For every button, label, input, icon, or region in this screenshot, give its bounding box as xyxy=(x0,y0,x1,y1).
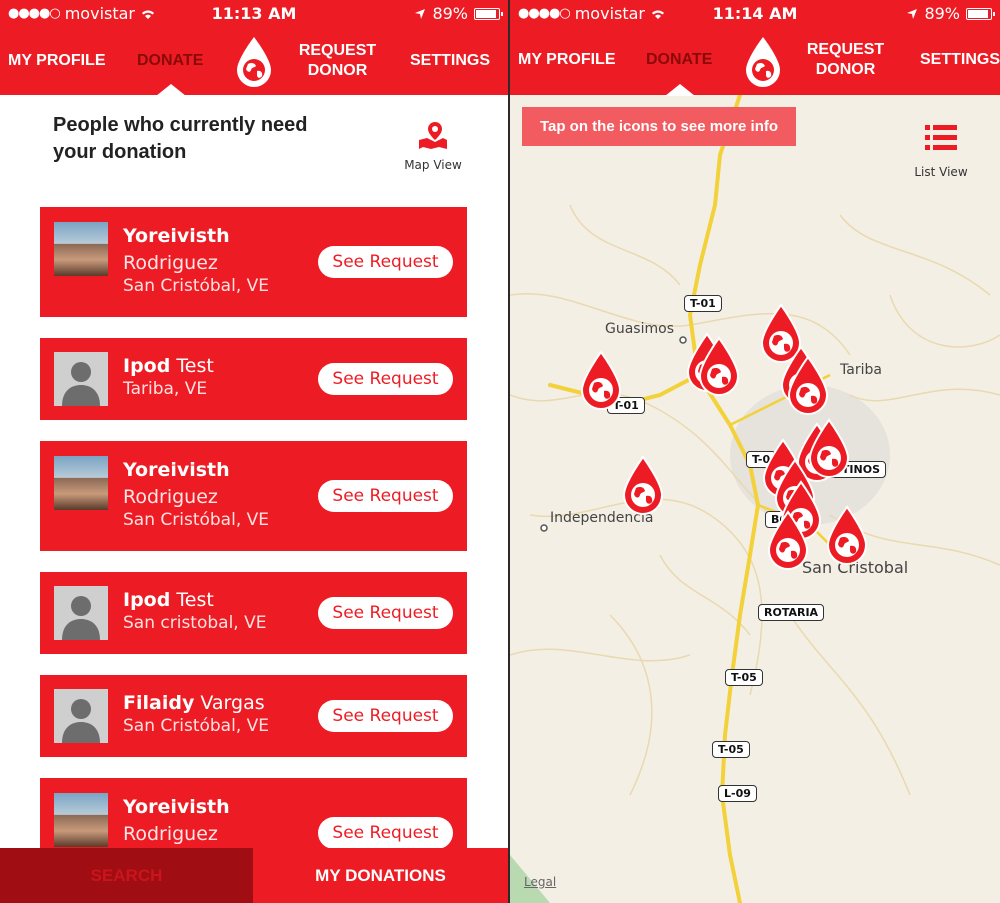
blood-drop-marker-icon[interactable] xyxy=(824,505,870,567)
list-view-button[interactable]: List View xyxy=(905,123,977,179)
card-name: Yoreivisth xyxy=(123,225,230,247)
road-sign: L-09 xyxy=(718,785,757,802)
nav-my-profile[interactable]: MY PROFILE xyxy=(518,50,616,70)
nav-settings[interactable]: SETTINGS xyxy=(410,51,490,71)
card-location: Tariba, VE xyxy=(123,379,208,399)
donation-card[interactable]: Filaidy Vargas San Cristóbal, VE See Req… xyxy=(40,675,467,757)
battery-icon xyxy=(474,7,503,20)
tab-my-donations[interactable]: MY DONATIONS xyxy=(253,848,508,903)
map-place-label: Tariba xyxy=(840,362,882,378)
see-request-button[interactable]: See Request xyxy=(318,597,453,629)
map-view-label: Map View xyxy=(404,158,462,172)
donation-card[interactable]: Yoreivisth Rodriguez San Cristóbal, VE S… xyxy=(40,207,467,317)
battery-percent: 89% xyxy=(432,4,468,23)
donation-card[interactable]: Ipod Test Tariba, VE See Request xyxy=(40,338,467,420)
avatar xyxy=(54,456,108,510)
map-legal-link[interactable]: Legal xyxy=(524,875,556,889)
nav-request-donor[interactable]: REQUEST DONOR xyxy=(798,40,893,80)
avatar xyxy=(54,793,108,847)
blood-drop-marker-icon[interactable] xyxy=(578,350,624,412)
avatar xyxy=(54,586,108,640)
location-arrow-icon xyxy=(415,8,426,19)
blood-drop-marker-icon[interactable] xyxy=(696,336,742,398)
see-request-button[interactable]: See Request xyxy=(318,246,453,278)
map-place-label: Guasimos xyxy=(605,321,674,337)
avatar xyxy=(54,689,108,743)
battery-percent: 89% xyxy=(924,4,960,23)
map-tooltip: Tap on the icons to see more info xyxy=(522,107,796,146)
card-location: San cristobal, VE xyxy=(123,613,267,633)
card-name: Yoreivisth xyxy=(123,459,230,481)
blood-drop-marker-icon[interactable] xyxy=(620,455,666,517)
see-request-button[interactable]: See Request xyxy=(318,817,453,849)
top-nav: MY PROFILE DONATE REQUEST DONOR SETTINGS xyxy=(0,30,508,96)
road-sign: T-05 xyxy=(712,741,750,758)
active-tab-indicator xyxy=(665,84,695,96)
avatar xyxy=(54,352,108,406)
tab-search[interactable]: SEARCH xyxy=(0,848,253,903)
status-bar: ●●●●○ movistar 11:13 AM 89% xyxy=(0,0,508,30)
see-request-button[interactable]: See Request xyxy=(318,700,453,732)
active-tab-indicator xyxy=(156,84,186,96)
card-name: Yoreivisth xyxy=(123,796,230,818)
map-pin-icon xyxy=(419,122,447,149)
card-last-name: Rodriguez xyxy=(123,823,218,845)
blood-drop-marker-icon[interactable] xyxy=(785,355,831,417)
card-name: Ipod Test xyxy=(123,589,214,611)
road-sign: ROTARIA xyxy=(758,604,825,621)
list-screen: ●●●●○ movistar 11:13 AM 89% MY PROFILE DO… xyxy=(0,0,508,903)
road-sign: T-05 xyxy=(725,669,763,686)
nav-request-donor[interactable]: REQUEST DONOR xyxy=(290,41,385,81)
card-last-name: Rodriguez xyxy=(123,252,218,274)
card-name: Ipod Test xyxy=(123,355,214,377)
app-logo-icon[interactable] xyxy=(233,35,275,89)
road-sign: T-01 xyxy=(684,295,722,312)
see-request-button[interactable]: See Request xyxy=(318,480,453,512)
map-screen: ●●●●○ movistar 11:14 AM 89% MY PROFILE DO… xyxy=(510,0,1000,903)
map-view-button[interactable]: Map View xyxy=(395,120,471,172)
map-canvas[interactable] xyxy=(510,95,1000,903)
default-avatar-icon xyxy=(62,362,100,406)
donation-card[interactable]: Ipod Test San cristobal, VE See Request xyxy=(40,572,467,654)
list-icon xyxy=(925,125,957,150)
avatar xyxy=(54,222,108,276)
see-request-button[interactable]: See Request xyxy=(318,363,453,395)
card-location: San Cristóbal, VE xyxy=(123,276,270,296)
top-nav: MY PROFILE DONATE REQUEST DONOR SETTINGS xyxy=(510,30,1000,96)
nav-my-profile[interactable]: MY PROFILE xyxy=(8,51,106,71)
status-bar: ●●●●○ movistar 11:14 AM 89% xyxy=(510,0,1000,30)
card-name: Filaidy Vargas xyxy=(123,692,265,714)
bottom-tab-bar: SEARCH MY DONATIONS xyxy=(0,848,508,903)
list-view-label: List View xyxy=(914,165,968,179)
nav-donate[interactable]: DONATE xyxy=(646,50,712,70)
card-location: San Cristóbal, VE xyxy=(123,510,270,530)
default-avatar-icon xyxy=(62,596,100,640)
page-headline: People who currently need your donation xyxy=(53,114,308,163)
card-location: San Cristóbal, VE xyxy=(123,716,270,736)
card-last-name: Rodriguez xyxy=(123,486,218,508)
default-avatar-icon xyxy=(62,699,100,743)
nav-donate[interactable]: DONATE xyxy=(137,51,203,71)
app-logo-icon[interactable] xyxy=(742,35,784,89)
battery-icon xyxy=(966,7,995,20)
donation-card[interactable]: Yoreivisth Rodriguez San Cristóbal, VE S… xyxy=(40,441,467,551)
nav-settings[interactable]: SETTINGS xyxy=(920,50,1000,70)
location-arrow-icon xyxy=(907,8,918,19)
blood-drop-marker-icon[interactable] xyxy=(765,510,811,572)
